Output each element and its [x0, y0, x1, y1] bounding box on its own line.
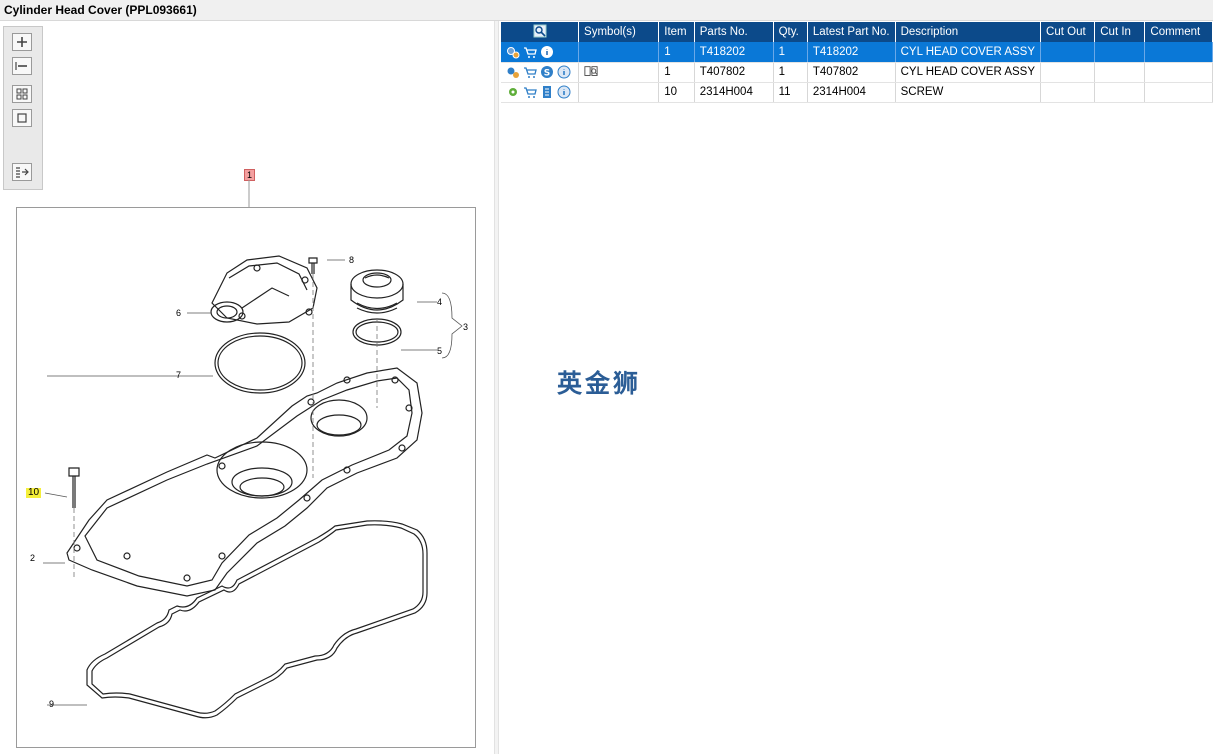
row-parts-no: T418202	[694, 42, 774, 63]
cylinder-head-cover-diagram	[43, 255, 463, 719]
callout-10[interactable]: 10	[26, 488, 42, 498]
column-cut-in[interactable]: Cut In	[1094, 22, 1146, 42]
row-latest-part-no: T418202	[807, 42, 896, 63]
export-button[interactable]	[12, 163, 32, 181]
exploded-view-drawing: 2 3 4 5 6 7 8 9 10	[16, 207, 476, 748]
window-title: Cylinder Head Cover (PPL093661)	[4, 3, 197, 17]
row-description: CYL HEAD COVER ASSY	[895, 42, 1042, 63]
column-search[interactable]	[501, 22, 580, 42]
info-icon[interactable]	[540, 45, 554, 59]
column-latest-part-no[interactable]: Latest Part No.	[807, 22, 896, 42]
gears-icon[interactable]	[506, 65, 520, 79]
row-qty: 1	[773, 42, 808, 63]
book-search-icon[interactable]	[584, 64, 598, 78]
parts-list-pane: Symbol(s) Item Parts No. Qty. Latest Par…	[499, 21, 1213, 754]
callout-6[interactable]: 6	[174, 308, 183, 318]
callout-9[interactable]: 9	[47, 699, 56, 709]
callout-8[interactable]: 8	[347, 255, 356, 265]
document-icon[interactable]	[540, 85, 554, 99]
plus-icon	[17, 37, 27, 47]
row-cut-in	[1094, 42, 1146, 63]
row-comment	[1144, 82, 1213, 103]
column-cut-out[interactable]: Cut Out	[1040, 22, 1096, 42]
row-latest-part-no: T407802	[807, 62, 896, 83]
zoom-out-button[interactable]	[12, 57, 32, 75]
superseded-icon[interactable]: S	[540, 65, 554, 79]
svg-text:S: S	[544, 69, 550, 79]
cart-icon[interactable]	[523, 45, 537, 59]
column-parts-no[interactable]: Parts No.	[694, 22, 774, 42]
oil-filler-cap	[350, 269, 404, 299]
gasket-outline	[86, 520, 428, 719]
callout-7[interactable]: 7	[174, 370, 183, 380]
row-symbols	[578, 42, 660, 63]
square-icon	[17, 113, 27, 123]
row-cut-out	[1040, 82, 1096, 103]
fit-all-button[interactable]	[12, 85, 32, 103]
row-description: SCREW	[895, 82, 1042, 103]
gear-icon[interactable]	[506, 85, 520, 99]
row-cut-out	[1040, 62, 1096, 83]
row-item: 1	[658, 62, 695, 83]
row-actions	[501, 42, 580, 63]
cart-icon[interactable]	[523, 65, 537, 79]
sheet-leader-line	[248, 180, 250, 207]
row-comment	[1144, 42, 1213, 63]
view-toolbar	[3, 26, 43, 190]
gears-icon[interactable]	[506, 45, 520, 59]
row-comment	[1144, 62, 1213, 83]
grid-icon	[16, 88, 28, 100]
column-comment[interactable]: Comment	[1144, 22, 1213, 42]
row-symbols	[578, 82, 660, 103]
screw-small	[308, 257, 318, 274]
column-qty[interactable]: Qty.	[773, 22, 808, 42]
row-item: 1	[658, 42, 695, 63]
export-list-icon	[16, 167, 29, 178]
row-cut-in	[1094, 82, 1146, 103]
column-symbols[interactable]: Symbol(s)	[578, 22, 660, 42]
callout-2[interactable]: 2	[28, 553, 37, 563]
search-list-icon	[533, 24, 547, 37]
callout-4[interactable]: 4	[435, 297, 444, 307]
row-qty: 11	[773, 82, 808, 103]
watermark-logo: 英金狮	[557, 369, 642, 398]
row-actions: S	[501, 62, 580, 83]
row-qty: 1	[773, 62, 808, 83]
callout-5[interactable]: 5	[435, 346, 444, 356]
row-latest-part-no: 2314H004	[807, 82, 896, 103]
row-description: CYL HEAD COVER ASSY	[895, 62, 1042, 83]
row-parts-no: T407802	[694, 62, 774, 83]
actual-size-button[interactable]	[12, 109, 32, 127]
info-icon[interactable]	[557, 85, 571, 99]
column-item[interactable]: Item	[658, 22, 695, 42]
row-item: 10	[658, 82, 695, 103]
table-row[interactable]: S 1 T407802 1 T407802 CYL HEAD COVER ASS…	[501, 62, 1213, 83]
zoom-in-button[interactable]	[12, 33, 32, 51]
parts-table: Symbol(s) Item Parts No. Qty. Latest Par…	[501, 22, 1213, 103]
table-row[interactable]: 1 T418202 1 T418202 CYL HEAD COVER ASSY	[501, 42, 1213, 63]
column-description[interactable]: Description	[895, 22, 1042, 42]
minus-icon	[15, 62, 27, 70]
info-icon[interactable]	[557, 65, 571, 79]
cart-icon[interactable]	[523, 85, 537, 99]
outlet-housing	[211, 255, 318, 325]
row-parts-no: 2314H004	[694, 82, 774, 103]
row-actions	[501, 82, 580, 103]
table-row[interactable]: 10 2314H004 11 2314H004 SCREW	[501, 82, 1213, 103]
row-cut-out	[1040, 42, 1096, 63]
drawing-pane: 1 2 3 4 5 6 7 8 9 10	[0, 21, 494, 754]
oring-large	[214, 332, 306, 394]
row-cut-in	[1094, 62, 1146, 83]
window-titlebar: Cylinder Head Cover (PPL093661)	[0, 0, 1213, 21]
row-symbols	[578, 62, 660, 83]
bolt-large	[68, 467, 80, 508]
callout-3[interactable]: 3	[461, 322, 470, 332]
